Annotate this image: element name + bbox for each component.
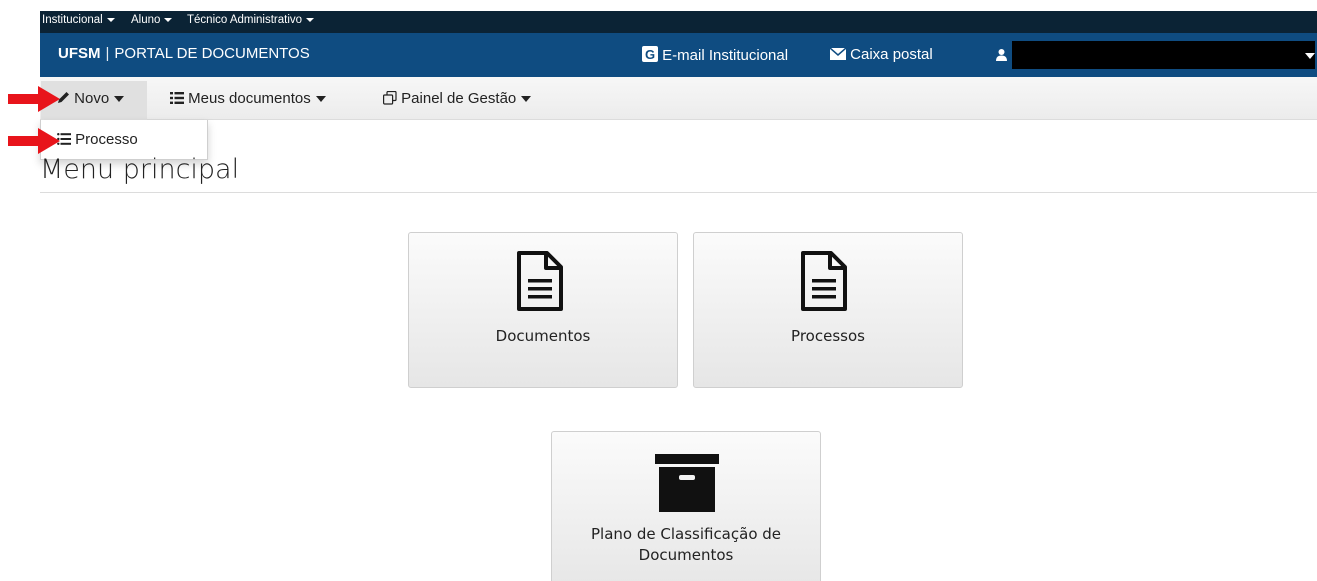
caret-down-icon bbox=[164, 17, 173, 22]
tile-plano-label-line2: Documentos bbox=[638, 546, 734, 564]
top-menu-bar: Institucional Aluno Técnico Administrati… bbox=[40, 11, 1317, 33]
red-arrow-icon bbox=[8, 128, 60, 154]
menu-aluno[interactable]: Aluno bbox=[131, 14, 173, 26]
tile-plano-classificacao[interactable]: Plano de Classificação de Documentos bbox=[551, 431, 821, 581]
main-navbar: Novo Meus documentos Painel de Gestão bbox=[40, 77, 1317, 120]
site-header: UFSM | PORTAL DE DOCUMENTOS G E-mail Insti… bbox=[40, 33, 1317, 77]
caixa-postal-link[interactable]: Caixa postal bbox=[829, 46, 933, 63]
document-icon bbox=[801, 251, 847, 311]
brand-portal-name: PORTAL DE DOCUMENTOS bbox=[114, 45, 310, 62]
envelope-icon bbox=[829, 47, 847, 60]
tile-documentos[interactable]: Documentos bbox=[408, 232, 678, 388]
dropdown-item-processo[interactable]: Processo bbox=[57, 131, 138, 148]
google-icon: G bbox=[642, 46, 658, 62]
page-title: Menu principal bbox=[40, 154, 240, 185]
dropdown-item-processo-label: Processo bbox=[75, 131, 138, 148]
email-institucional-link[interactable]: G E-mail Institucional bbox=[642, 46, 788, 64]
user-name-redacted[interactable] bbox=[1012, 41, 1315, 69]
copy-icon bbox=[383, 90, 397, 105]
caret-down-icon bbox=[521, 96, 532, 103]
svg-text:G: G bbox=[645, 47, 655, 62]
brand-ufsm: UFSM bbox=[58, 45, 101, 62]
brand-separator: | bbox=[105, 45, 110, 62]
user-menu-caret-icon[interactable] bbox=[1305, 53, 1315, 59]
nav-meus-documentos[interactable]: Meus documentos bbox=[170, 90, 326, 107]
menu-tecnico-label: Técnico Administrativo bbox=[187, 14, 303, 26]
title-divider bbox=[40, 192, 1317, 193]
menu-tecnico-administrativo[interactable]: Técnico Administrativo bbox=[187, 14, 315, 26]
site-brand[interactable]: UFSM | PORTAL DE DOCUMENTOS bbox=[58, 45, 310, 62]
nav-painel-label: Painel de Gestão bbox=[401, 90, 517, 107]
menu-institucional[interactable]: Institucional bbox=[42, 14, 115, 26]
tile-plano-label-line1: Plano de Classificação de bbox=[590, 525, 782, 543]
tile-processos[interactable]: Processos bbox=[693, 232, 963, 388]
caret-down-icon bbox=[315, 96, 326, 103]
nav-novo-label: Novo bbox=[74, 90, 110, 107]
list-icon bbox=[170, 92, 184, 104]
user-icon bbox=[996, 49, 1007, 61]
caret-down-icon bbox=[114, 96, 125, 103]
menu-aluno-label: Aluno bbox=[131, 14, 161, 26]
email-label: E-mail Institucional bbox=[662, 47, 789, 64]
archive-box-icon bbox=[655, 454, 719, 512]
tile-documentos-label: Documentos bbox=[495, 327, 591, 345]
caret-down-icon bbox=[306, 17, 315, 22]
nav-painel-gestao[interactable]: Painel de Gestão bbox=[383, 90, 532, 107]
menu-institucional-label: Institucional bbox=[42, 14, 103, 26]
caret-down-icon bbox=[106, 17, 115, 22]
nav-meus-documentos-label: Meus documentos bbox=[188, 90, 311, 107]
document-icon bbox=[517, 251, 563, 311]
mail-label: Caixa postal bbox=[850, 46, 933, 63]
tile-processos-label: Processos bbox=[791, 327, 865, 345]
red-arrow-icon bbox=[8, 86, 60, 112]
